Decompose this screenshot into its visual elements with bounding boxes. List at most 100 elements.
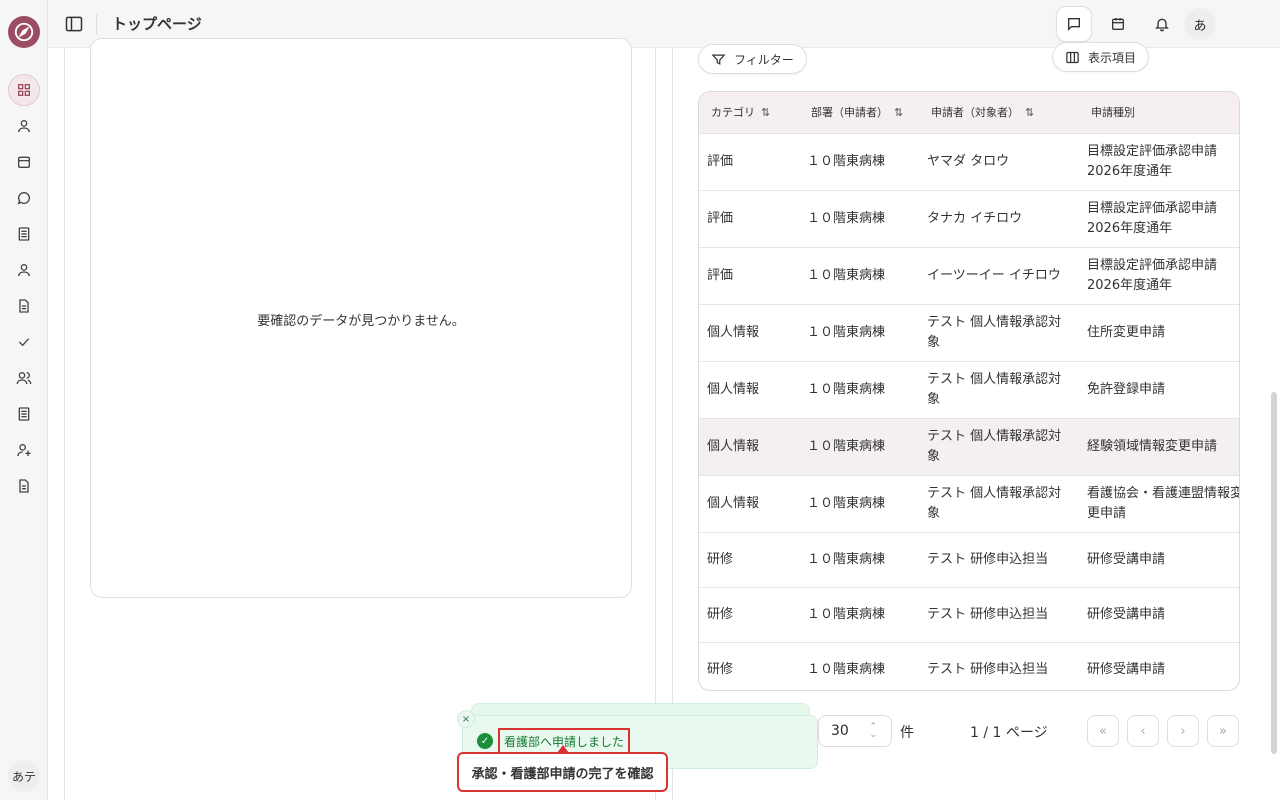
last-page-button[interactable]: » (1207, 715, 1239, 747)
cell-applicant: タナカ イチロウ (927, 210, 1023, 226)
calendar-icon[interactable] (12, 150, 36, 174)
column-header-category[interactable]: カテゴリ ⇅ (699, 92, 799, 133)
filter-button[interactable]: フィルター (698, 44, 807, 74)
applications-panel: フィルター 表示項目 カテゴリ ⇅ 部署（申請者） ⇅ 申請者（対象者） ⇅ 申請種別… (672, 42, 1270, 800)
cell-department: １０階東病棟 (807, 153, 886, 169)
users-icon[interactable] (12, 366, 36, 390)
columns-button-label: 表示項目 (1088, 50, 1137, 65)
cell-type: 目標設定評価承認申請 2026年度通年 (1087, 143, 1218, 179)
column-header-department[interactable]: 部署（申請者） ⇅ (799, 92, 919, 133)
chevron-left-icon: ‹ (1140, 723, 1146, 739)
sidebar: あテ (0, 0, 48, 800)
bell-icon[interactable] (1144, 6, 1180, 42)
sidebar-user-avatar[interactable]: あテ (8, 760, 40, 792)
cell-applicant: テスト 研修申込担当 (927, 661, 1049, 677)
filter-button-label: フィルター (734, 52, 794, 67)
cell-type: 研修受講申請 (1087, 661, 1166, 677)
header-avatar[interactable]: あ (1184, 8, 1216, 40)
table-row[interactable]: 評価 １０階東病棟 タナカ イチロウ 目標設定評価承認申請 2026年度通年 (699, 190, 1239, 247)
page-info: 1 / 1 ページ (970, 725, 1048, 741)
cell-type: 研修受講申請 (1087, 606, 1166, 622)
columns-icon (1066, 51, 1079, 63)
cell-applicant: テスト 研修申込担当 (927, 606, 1049, 622)
columns-button[interactable]: 表示項目 (1052, 42, 1150, 72)
user-plus-icon[interactable] (12, 438, 36, 462)
cell-department: １０階東病棟 (807, 495, 886, 511)
empty-state-message: 要確認のデータが見つかりません。 (257, 313, 465, 329)
cell-department: １０階東病棟 (807, 381, 886, 397)
cell-applicant: テスト 個人情報承認対象 (927, 371, 1062, 407)
cell-applicant: テスト 個人情報承認対象 (927, 485, 1062, 521)
next-page-button[interactable]: › (1167, 715, 1199, 747)
document-list-icon[interactable] (12, 222, 36, 246)
table-row[interactable]: 個人情報 １０階東病棟 テスト 個人情報承認対象 経験領域情報変更申請 (699, 418, 1239, 475)
table-row[interactable]: 研修 １０階東病棟 テスト 研修申込担当 研修受講申請 (699, 587, 1239, 642)
table-row[interactable]: 評価 １０階東病棟 ヤマダ タロウ 目標設定評価承認申請 2026年度通年 (699, 133, 1239, 190)
user-icon[interactable] (12, 114, 36, 138)
file-text-icon[interactable] (12, 474, 36, 498)
column-header-applicant[interactable]: 申請者（対象者） ⇅ (919, 92, 1079, 133)
cell-type: 目標設定評価承認申請 2026年度通年 (1087, 200, 1218, 236)
document-list-icon[interactable] (12, 402, 36, 426)
chevron-up-down-icon: ⌃ ⌄ (869, 722, 877, 740)
per-page-select[interactable]: 30 ⌃ ⌄ (818, 715, 892, 747)
dashboard-grid-icon[interactable] (8, 74, 40, 106)
prev-page-button[interactable]: ‹ (1127, 715, 1159, 747)
cell-applicant: テスト 個人情報承認対象 (927, 314, 1062, 350)
cell-category: 個人情報 (707, 324, 760, 340)
sort-icon[interactable]: ⇅ (761, 106, 770, 119)
per-page-value: 30 (831, 723, 849, 739)
file-text-icon[interactable] (12, 294, 36, 318)
cell-category: 評価 (707, 210, 734, 226)
chevrons-right-icon: » (1219, 723, 1227, 739)
cell-applicant: テスト 個人情報承認対象 (927, 428, 1062, 464)
cell-department: １０階東病棟 (807, 210, 886, 226)
cell-department: １０階東病棟 (807, 606, 886, 622)
sort-icon[interactable]: ⇅ (894, 106, 903, 119)
cell-category: 個人情報 (707, 495, 760, 511)
cell-type: 免許登録申請 (1087, 381, 1166, 397)
chat-bubble-icon[interactable] (12, 186, 36, 210)
cell-applicant: イーツーイー イチロウ (927, 267, 1061, 283)
header-divider (96, 14, 97, 34)
cell-department: １０階東病棟 (807, 661, 886, 677)
table-header-row: カテゴリ ⇅ 部署（申請者） ⇅ 申請者（対象者） ⇅ 申請種別 (699, 92, 1239, 133)
cell-department: １０階東病棟 (807, 438, 886, 454)
cell-department: １０階東病棟 (807, 324, 886, 340)
cell-applicant: テスト 研修申込担当 (927, 551, 1049, 567)
pending-confirmation-panel: 要確認のデータが見つかりません。 (64, 38, 656, 800)
cell-applicant: ヤマダ タロウ (927, 153, 1010, 169)
page-scrollbar[interactable] (1271, 392, 1277, 754)
chevrons-left-icon: « (1099, 723, 1107, 739)
cell-type: 住所変更申請 (1087, 324, 1166, 340)
per-page-unit: 件 (900, 725, 914, 741)
user-icon[interactable] (12, 258, 36, 282)
sort-icon[interactable]: ⇅ (1025, 106, 1034, 119)
table-row[interactable]: 評価 １０階東病棟 イーツーイー イチロウ 目標設定評価承認申請 2026年度通年 (699, 247, 1239, 304)
table-row[interactable]: 個人情報 １０階東病棟 テスト 個人情報承認対象 免許登録申請 (699, 361, 1239, 418)
table-row[interactable]: 研修 １０階東病棟 テスト 研修申込担当 研修受講申請 (699, 532, 1239, 587)
table-row[interactable]: 個人情報 １０階東病棟 テスト 個人情報承認対象 看護協会・看護連盟情報変更申請 (699, 475, 1240, 532)
cell-category: 個人情報 (707, 438, 760, 454)
column-header-type: 申請種別 (1091, 106, 1135, 120)
cell-type: 研修受講申請 (1087, 551, 1166, 567)
cell-category: 研修 (707, 661, 734, 677)
cell-type: 看護協会・看護連盟情報変更申請 (1087, 485, 1240, 521)
cell-category: 研修 (707, 606, 734, 622)
cell-department: １０階東病棟 (807, 267, 886, 283)
cell-type: 目標設定評価承認申請 2026年度通年 (1087, 257, 1218, 293)
empty-state-card: 要確認のデータが見つかりません。 (90, 38, 632, 598)
compass-icon[interactable] (8, 16, 40, 48)
check-icon[interactable] (12, 330, 36, 354)
chevron-right-icon: › (1180, 723, 1186, 739)
check-circle-icon: ✓ (477, 733, 493, 749)
message-square-icon[interactable] (1056, 6, 1092, 42)
cell-type: 経験領域情報変更申請 (1087, 438, 1218, 454)
calendar-icon[interactable] (1100, 6, 1136, 42)
table-row[interactable]: 個人情報 １０階東病棟 テスト 個人情報承認対象 住所変更申請 (699, 304, 1239, 361)
sidebar-toggle-icon[interactable] (62, 12, 86, 36)
first-page-button[interactable]: « (1087, 715, 1119, 747)
close-icon[interactable]: × (457, 710, 475, 728)
annotation-tooltip: 承認・看護部申請の完了を確認 (457, 752, 668, 792)
table-row[interactable]: 研修 １０階東病棟 テスト 研修申込担当 研修受講申請 (699, 642, 1239, 690)
